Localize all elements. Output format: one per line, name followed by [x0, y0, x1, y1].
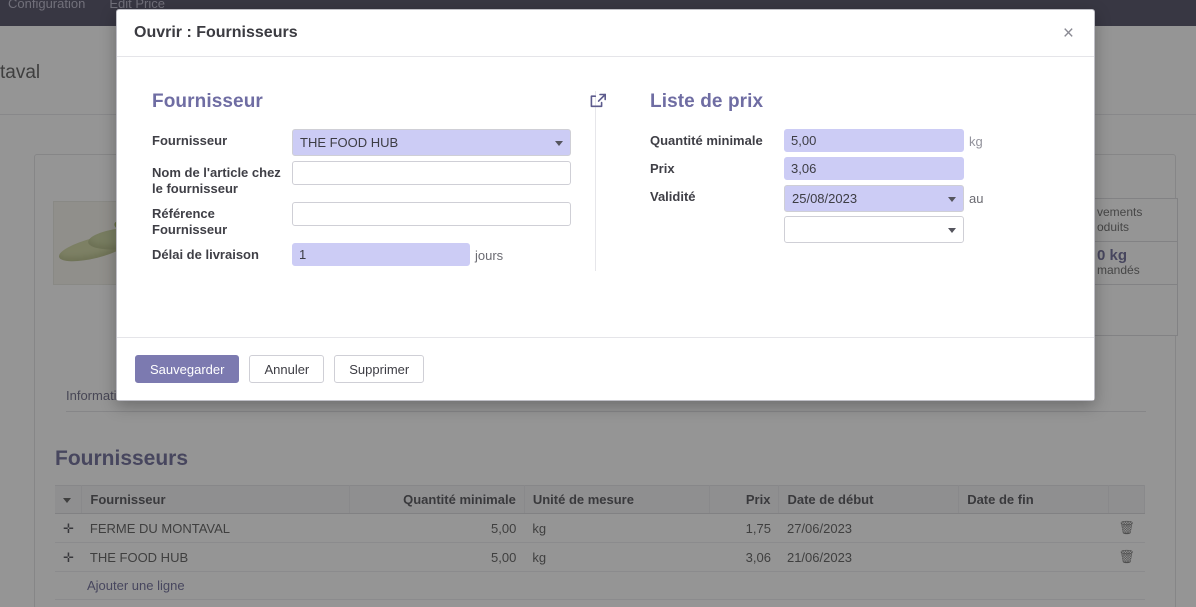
value-fournisseur: THE FOOD HUB [292, 129, 571, 156]
delay-unit-label: jours [475, 248, 504, 263]
product-name-input[interactable] [292, 161, 571, 185]
external-link-icon[interactable] [590, 93, 607, 112]
supplier-group: Fournisseur Fournisseur THE FOOD HUB Nom… [135, 91, 595, 271]
pricelist-group: Liste de prix Quantité minimale 5,00 kg … [590, 91, 1065, 271]
value-prix [784, 157, 964, 180]
group-title-fournisseur: Fournisseur [152, 91, 263, 112]
delete-button[interactable]: Supprimer [334, 355, 425, 383]
supplier-dialog: Ouvrir : Fournisseurs × Fournisseur Four… [116, 9, 1095, 401]
dialog-title: Ouvrir : Fournisseurs [134, 24, 298, 41]
min-quantity-unit-label: kg [969, 134, 983, 149]
chevron-down-icon [555, 140, 563, 146]
value-reference-fournisseur [292, 202, 571, 226]
validity-start-date-input[interactable]: 25/08/2023 [784, 185, 964, 212]
screen: Configuration Edit Price taval Informati… [0, 0, 1196, 607]
label-fournisseur: Fournisseur [152, 133, 228, 148]
value-quantite-minimale: kg [784, 129, 983, 152]
value-validite: 25/08/2023 au [784, 185, 983, 243]
validity-end-date-input[interactable] [784, 216, 964, 243]
dialog-body: Fournisseur Fournisseur THE FOOD HUB Nom… [117, 57, 1094, 337]
field-row-delay: Délai de livraison jours [135, 243, 595, 266]
field-row-price: Prix [632, 157, 1065, 180]
label-reference-fournisseur: Référence Fournisseur [152, 206, 228, 237]
field-row-supplier: Fournisseur THE FOOD HUB [135, 129, 595, 156]
supplier-select[interactable]: THE FOOD HUB [292, 129, 571, 156]
value-delai-livraison: jours [292, 243, 503, 266]
min-quantity-input[interactable] [784, 129, 964, 152]
price-input[interactable] [784, 157, 964, 180]
product-code-input[interactable] [292, 202, 571, 226]
group-title-liste-de-prix: Liste de prix [650, 91, 764, 112]
chevron-down-icon [948, 196, 956, 202]
value-nom-article [292, 161, 571, 185]
delivery-delay-input[interactable] [292, 243, 470, 266]
chevron-down-icon [948, 227, 956, 233]
save-button[interactable]: Sauvegarder [135, 355, 240, 383]
form-columns: Fournisseur Fournisseur THE FOOD HUB Nom… [135, 91, 1076, 271]
dialog-footer: Sauvegarder Annuler Supprimer [117, 337, 1094, 400]
label-quantite-minimale-text: Quantité minimale [650, 133, 763, 148]
validity-separator-label: au [969, 191, 984, 206]
field-row-product-name: Nom de l'article chez le fournisseur [135, 161, 595, 197]
label-validite: Validité [650, 189, 696, 204]
field-row-product-code: Référence Fournisseur [135, 202, 595, 238]
dialog-header: Ouvrir : Fournisseurs × [117, 10, 1094, 57]
field-row-min-qty: Quantité minimale kg [590, 93, 1065, 152]
supplier-select-value: THE FOOD HUB [300, 135, 399, 150]
cancel-button[interactable]: Annuler [249, 355, 325, 383]
label-nom-article: Nom de l'article chez le fournisseur [152, 165, 281, 196]
label-prix: Prix [650, 161, 675, 176]
close-icon[interactable]: × [1057, 22, 1080, 45]
field-row-validity: Validité 25/08/2023 au [632, 185, 1065, 243]
label-delai-livraison: Délai de livraison [152, 247, 259, 262]
label-quantite-minimale: Quantité minimale [590, 93, 784, 149]
validity-start-date-value: 25/08/2023 [792, 191, 858, 206]
